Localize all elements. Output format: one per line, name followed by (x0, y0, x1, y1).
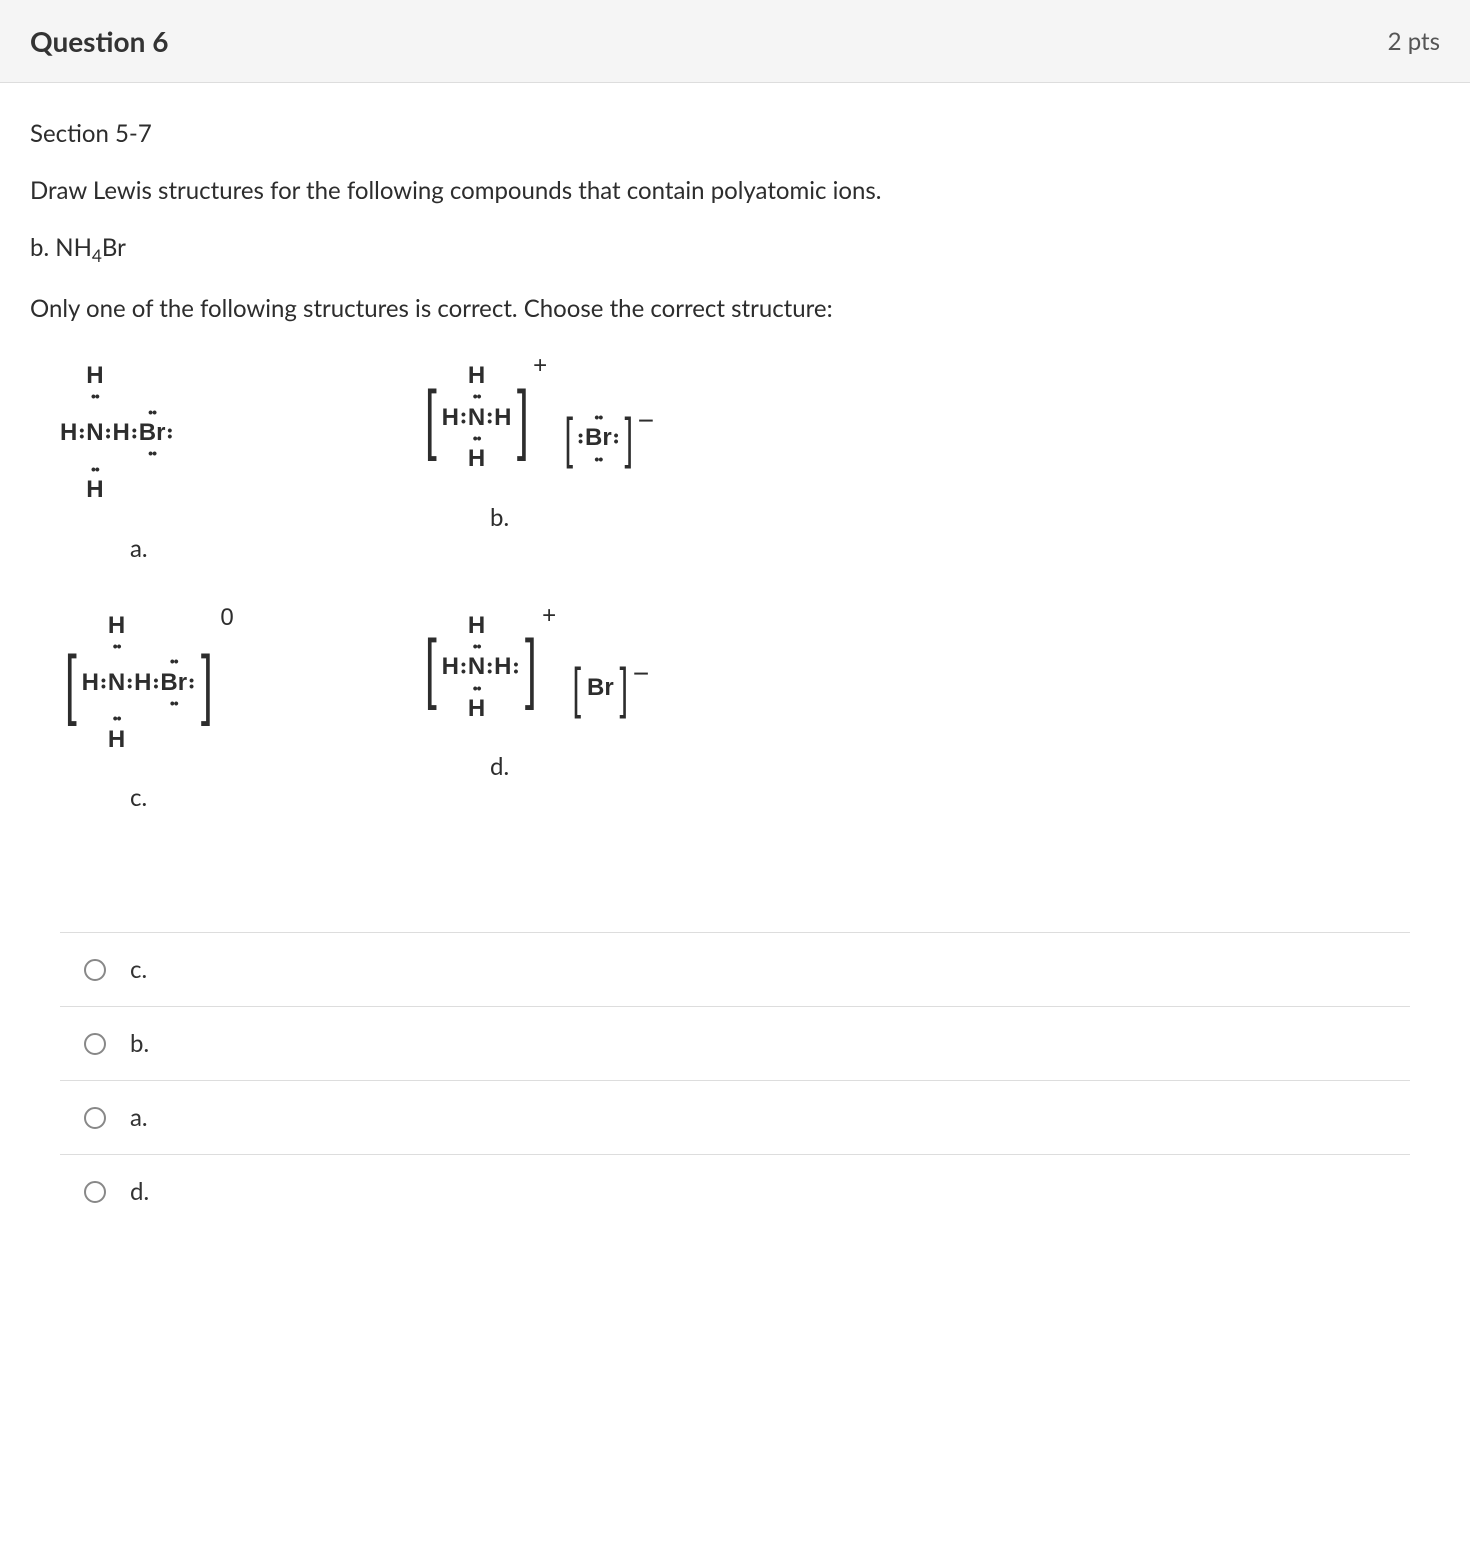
radio-icon[interactable] (84, 959, 106, 981)
answer-option-a[interactable]: a. (60, 1080, 1410, 1154)
plus-icon: + (533, 353, 547, 379)
lewis-c: [ H •• H•• H •• N •• H • (60, 613, 218, 754)
answer-option-c[interactable]: c. (60, 932, 1410, 1006)
compound-prefix: b. NH (30, 233, 92, 262)
answer-option-d[interactable]: d. (60, 1154, 1410, 1228)
question-header: Question 6 2 pts (0, 0, 1470, 83)
structure-d-label: d. (490, 752, 509, 781)
instruction-text: Only one of the following structures is … (30, 294, 1440, 323)
question-title: Question 6 (30, 24, 168, 58)
answer-option-b[interactable]: b. (60, 1006, 1410, 1080)
answer-label: c. (130, 955, 147, 984)
compound-suffix: Br (102, 233, 126, 262)
lewis-a: H •• H •• H •• N •• H •• •• Br (60, 363, 174, 504)
answer-label: d. (130, 1177, 149, 1206)
question-prompt: Draw Lewis structures for the following … (30, 176, 1440, 205)
lewis-d: [ H •• H•• H •• N •• H • (420, 613, 631, 723)
radio-icon[interactable] (84, 1033, 106, 1055)
answer-options: c. b. a. d. (60, 932, 1410, 1228)
answer-label: a. (130, 1103, 148, 1132)
structure-c-label: c. (130, 783, 147, 812)
answer-label: b. (130, 1029, 149, 1058)
compound-formula: b. NH4Br (30, 233, 1440, 266)
section-label: Section 5-7 (30, 119, 1440, 148)
question-points: 2 pts (1388, 27, 1440, 56)
lewis-structures-grid: H •• H •• H •• N •• H •• •• Br (60, 363, 1440, 812)
structure-c: [ H •• H•• H •• N •• H • (60, 613, 420, 813)
structure-a-label: a. (130, 534, 148, 563)
plus-icon: + (542, 603, 556, 629)
lewis-b: [ H •• H•• H •• N •• H (420, 363, 636, 473)
zero-charge: 0 (220, 605, 233, 631)
structure-b-label: b. (490, 503, 509, 532)
radio-icon[interactable] (84, 1107, 106, 1129)
minus-icon: − (638, 406, 654, 437)
structure-a: H •• H •• H •• N •• H •• •• Br (60, 363, 420, 563)
compound-subscript: 4 (92, 245, 102, 266)
structure-d: [ H •• H•• H •• N •• H • (420, 613, 780, 813)
minus-icon: − (633, 659, 649, 690)
question-body: Section 5-7 Draw Lewis structures for th… (0, 83, 1470, 1248)
radio-icon[interactable] (84, 1181, 106, 1203)
structure-b: [ H •• H•• H •• N •• H (420, 363, 780, 563)
